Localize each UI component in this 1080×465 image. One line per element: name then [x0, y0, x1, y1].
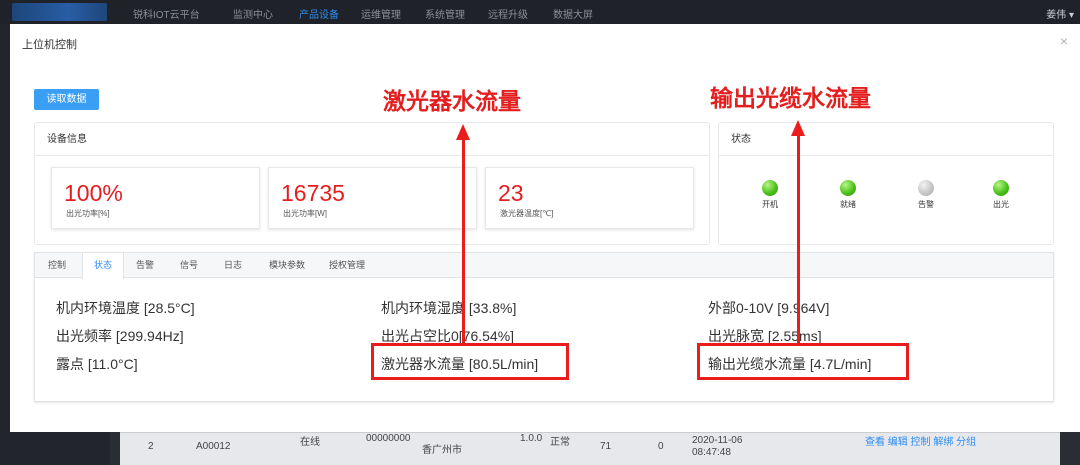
- indicator-label: 告警: [918, 200, 934, 209]
- tab-log[interactable]: 日志: [215, 253, 251, 278]
- stat-card-power-watts: 16735 出光功率[W]: [268, 167, 477, 229]
- tab-signal[interactable]: 信号: [171, 253, 207, 278]
- indicator-alarm: 告警: [906, 180, 946, 210]
- arrow-shaft: [797, 134, 800, 344]
- indicator-label: 开机: [762, 200, 778, 209]
- user-menu[interactable]: 姜伟 ▾: [1046, 6, 1074, 21]
- row-actions[interactable]: 查看 编辑 控制 解绑 分组: [865, 433, 976, 448]
- stat-label: 出光功率[W]: [283, 209, 327, 218]
- arrow-shaft: [462, 138, 465, 344]
- nav-remote-upgrade[interactable]: 远程升级: [488, 6, 528, 21]
- row-count-b: 0: [658, 441, 664, 452]
- status-panel: 状态 开机 就绪 告警 出光: [718, 122, 1054, 245]
- metric-dew-point: 露点 [11.0°C]: [56, 356, 138, 372]
- indicator-power-on: 开机: [750, 180, 790, 210]
- metric-internal-humidity: 机内环境湿度 [33.8%]: [381, 300, 517, 316]
- row-index: 2: [148, 441, 154, 452]
- stat-value: 16735: [281, 180, 345, 206]
- metric-internal-temp: 机内环境温度 [28.5°C]: [56, 300, 195, 316]
- status-led-icon: [918, 180, 934, 196]
- tab-control[interactable]: 控制: [39, 253, 75, 278]
- row-location: 香广州市: [422, 445, 462, 456]
- nav-big-screen[interactable]: 数据大屏: [553, 6, 593, 21]
- tab-alarm[interactable]: 告警: [127, 253, 163, 278]
- highlight-box-laser-flow: [371, 343, 569, 380]
- row-version: 1.0.0: [520, 433, 543, 444]
- stat-value: 23: [498, 180, 524, 206]
- row-code: 00000000: [366, 433, 411, 444]
- status-led-icon: [993, 180, 1009, 196]
- status-title: 状态: [719, 123, 1053, 156]
- nav-operations[interactable]: 运维管理: [361, 6, 401, 21]
- brand-name: 锐科IOT云平台: [133, 10, 200, 21]
- read-data-button[interactable]: 读取数据: [34, 89, 99, 110]
- top-navbar: 锐科IOT云平台 监测中心 产品设备 运维管理 系统管理 远程升级 数据大屏 姜…: [0, 0, 1080, 24]
- modal-title: 上位机控制: [22, 39, 77, 51]
- highlight-box-cable-flow: [697, 343, 909, 380]
- row-status: 在线: [300, 437, 320, 448]
- nav-system[interactable]: 系统管理: [425, 6, 465, 21]
- row-device-id: A00012: [196, 441, 231, 452]
- stat-value: 100%: [64, 180, 123, 206]
- row-state: 正常: [550, 437, 570, 448]
- indicator-ready: 就绪: [828, 180, 868, 210]
- tab-bar: 控制 状态 告警 信号 日志 模块参数 授权管理: [35, 253, 1053, 279]
- stat-card-laser-temp: 23 激光器温度[℃]: [485, 167, 694, 229]
- tab-license[interactable]: 授权管理: [322, 253, 372, 278]
- nav-products[interactable]: 产品设备: [299, 6, 339, 21]
- metric-external-voltage: 外部0-10V [9.964V]: [708, 300, 830, 316]
- brand-logo[interactable]: [12, 3, 107, 21]
- status-led-icon: [762, 180, 778, 196]
- close-icon[interactable]: ×: [1060, 33, 1068, 49]
- indicator-emission: 出光: [981, 180, 1021, 210]
- row-count-a: 71: [600, 441, 612, 452]
- status-led-icon: [840, 180, 856, 196]
- annotation-cable-water-flow: 输出光缆水流量: [710, 86, 871, 112]
- device-table-row: 2 A00012 在线 00000000 香广州市 1.0.0 正常 71 0 …: [120, 432, 1060, 465]
- metric-output-frequency: 出光频率 [299.94Hz]: [56, 328, 184, 344]
- device-info-panel: 设备信息 100% 出光功率[%] 16735 出光功率[W] 23 激光器温度…: [34, 122, 710, 245]
- stat-label: 激光器温度[℃]: [500, 209, 554, 218]
- stat-card-power-percent: 100% 出光功率[%]: [51, 167, 260, 229]
- indicator-label: 出光: [993, 200, 1009, 209]
- nav-monitoring[interactable]: 监测中心: [233, 6, 273, 21]
- stat-label: 出光功率[%]: [66, 209, 110, 218]
- tab-module-params[interactable]: 模块参数: [262, 253, 312, 278]
- tab-status[interactable]: 状态: [82, 253, 124, 279]
- device-info-title: 设备信息: [35, 123, 709, 156]
- indicator-label: 就绪: [840, 200, 856, 209]
- annotation-laser-water-flow: 激光器水流量: [383, 89, 521, 115]
- row-timestamp: 2020-11-06 08:47:48: [692, 435, 743, 458]
